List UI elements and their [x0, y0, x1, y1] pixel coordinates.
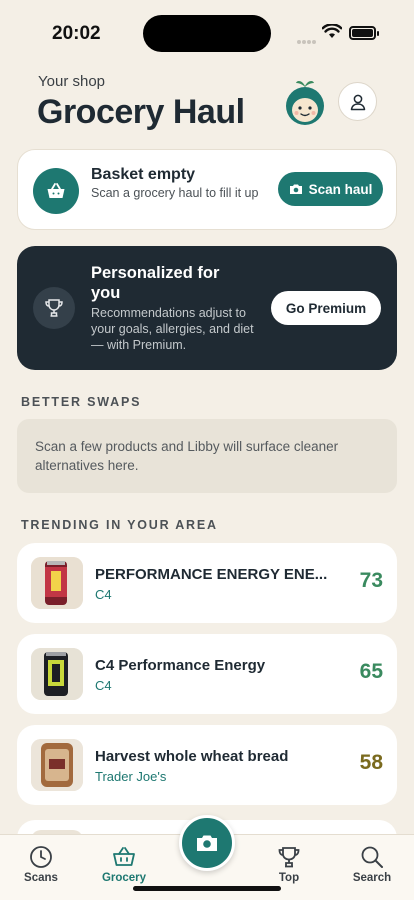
- basket-icon: [47, 183, 65, 198]
- page-title: Grocery Haul: [37, 93, 245, 131]
- home-indicator: [133, 886, 281, 891]
- clock-icon: [30, 846, 52, 868]
- wifi-icon: [322, 24, 342, 38]
- go-premium-button[interactable]: Go Premium: [271, 291, 381, 325]
- trophy-icon: [278, 847, 300, 868]
- trending-item[interactable]: C4 Performance Energy C4 65: [17, 634, 397, 714]
- better-swaps-empty-state: Scan a few products and Libby will surfa…: [17, 419, 397, 493]
- scan-haul-button[interactable]: Scan haul: [278, 172, 383, 206]
- product-thumbnail: [31, 648, 83, 700]
- basket-icon: [113, 847, 135, 866]
- tab-search[interactable]: Search: [332, 845, 412, 884]
- page-eyebrow: Your shop: [38, 73, 106, 90]
- tab-top[interactable]: Top: [249, 845, 329, 884]
- product-score: 73: [359, 569, 383, 592]
- profile-button[interactable]: [338, 82, 377, 121]
- battery-icon: [349, 26, 379, 40]
- product-name: PERFORMANCE ENERGY ENE...: [95, 566, 328, 583]
- tab-scans[interactable]: Scans: [1, 845, 81, 884]
- product-thumbnail: [31, 739, 83, 791]
- scan-camera-button[interactable]: [179, 815, 235, 871]
- person-icon: [350, 94, 365, 110]
- product-thumbnail: [31, 557, 83, 609]
- status-bar: 20:02: [0, 0, 414, 60]
- camera-icon: [289, 184, 302, 194]
- mascot-avatar-icon[interactable]: [284, 78, 326, 128]
- basket-card: Basket empty Scan a grocery haul to fill…: [17, 149, 397, 230]
- better-swaps-heading: BETTER SWAPS: [21, 395, 142, 409]
- product-score: 65: [359, 660, 383, 683]
- status-time: 20:02: [52, 23, 101, 44]
- tab-grocery-label: Grocery: [101, 872, 147, 884]
- trophy-badge: [33, 287, 75, 329]
- tab-scans-label: Scans: [24, 872, 58, 884]
- product-score: 58: [359, 751, 383, 774]
- cellular-signal-icon: [297, 31, 317, 44]
- product-name: C4 Performance Energy: [95, 657, 266, 674]
- product-brand: C4: [95, 678, 112, 693]
- tab-search-label: Search: [352, 872, 392, 884]
- tab-grocery[interactable]: Grocery: [84, 845, 164, 884]
- basket-icon-badge: [33, 168, 79, 214]
- premium-card: Personalized for you Recommendations adj…: [17, 246, 397, 370]
- product-brand: Trader Joe's: [95, 769, 167, 784]
- product-name: Harvest whole wheat bread: [95, 748, 289, 765]
- camera-icon: [197, 835, 217, 851]
- basket-title: Basket empty: [91, 166, 196, 183]
- search-icon: [361, 846, 383, 868]
- dynamic-island: [143, 15, 271, 52]
- trending-item[interactable]: Harvest whole wheat bread Trader Joe's 5…: [17, 725, 397, 805]
- basket-subtitle: Scan a grocery haul to fill it up: [91, 186, 259, 200]
- tab-top-label: Top: [278, 872, 300, 884]
- premium-subtitle: Recommendations adjust to your goals, al…: [91, 306, 254, 352]
- trending-heading: TRENDING IN YOUR AREA: [21, 518, 218, 532]
- trending-item[interactable]: PERFORMANCE ENERGY ENE... C4 73: [17, 543, 397, 623]
- product-brand: C4: [95, 587, 112, 602]
- premium-title: Personalized for you: [91, 264, 220, 302]
- trophy-icon: [45, 299, 63, 317]
- scan-haul-label: Scan haul: [308, 181, 373, 197]
